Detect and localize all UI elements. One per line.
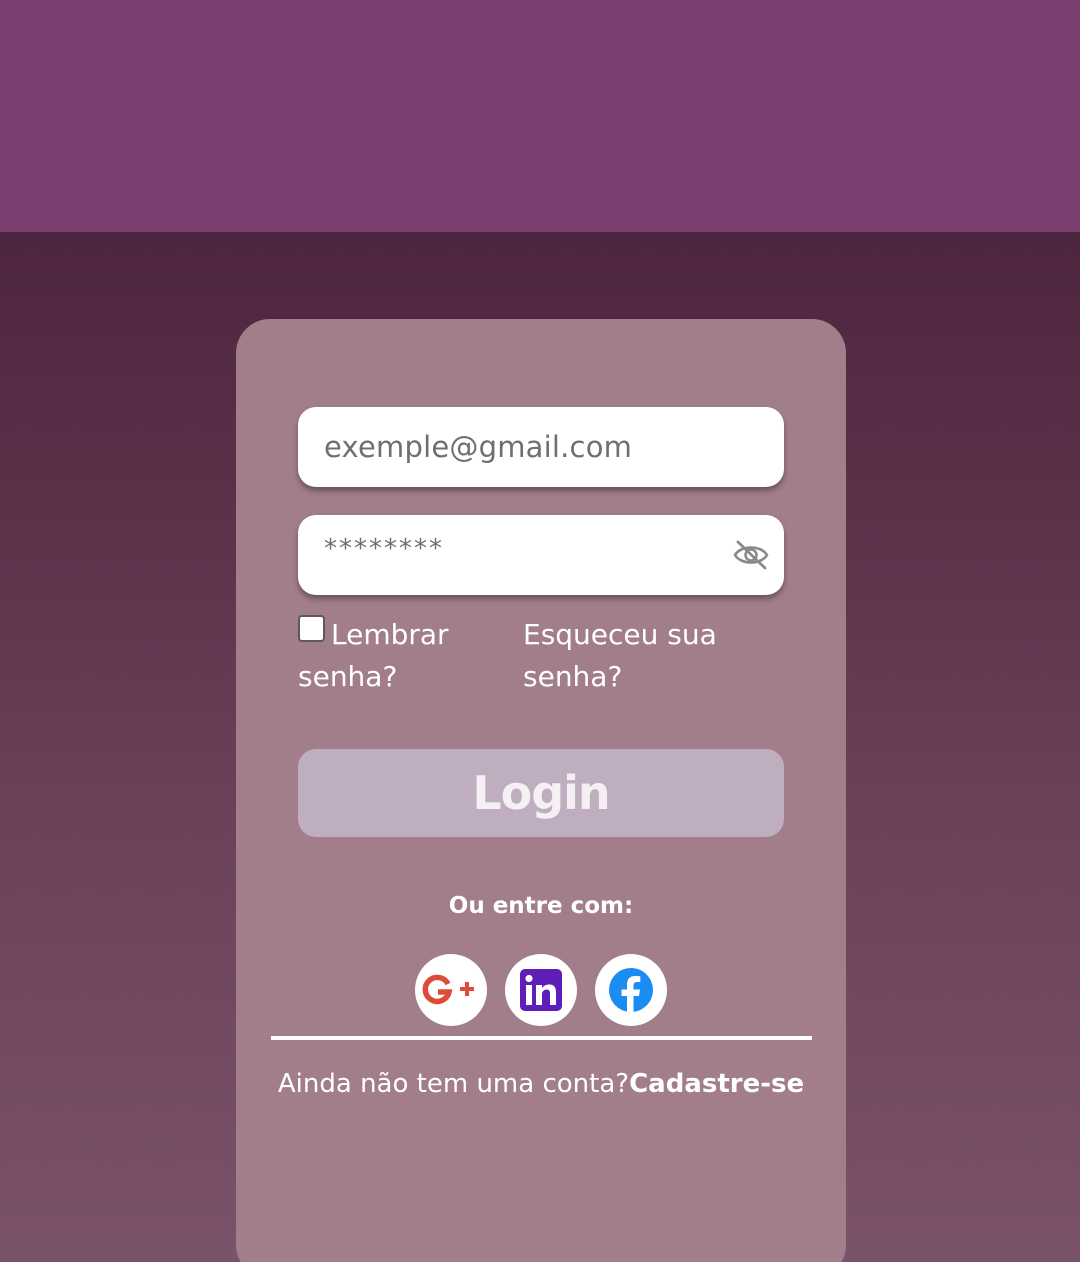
facebook-icon[interactable]	[595, 954, 667, 1026]
social-login-label: Ou entre com:	[448, 893, 634, 919]
google-plus-icon[interactable]	[415, 954, 487, 1026]
remember-checkbox[interactable]	[298, 615, 325, 642]
signup-text: Ainda não tem uma conta?	[277, 1069, 630, 1099]
forgot-password-link[interactable]: Esqueceu sua senha?	[523, 614, 753, 698]
divider	[271, 1036, 812, 1040]
remember-password[interactable]: Lembrar senha?	[298, 614, 498, 698]
signup-prompt: Ainda não tem uma conta?Cadastre-se	[236, 1069, 846, 1099]
linkedin-icon[interactable]	[505, 954, 577, 1026]
email-placeholder: exemple@gmail.com	[324, 430, 633, 464]
password-value: ********	[324, 534, 444, 564]
login-card: exemple@gmail.com ******** Lembrar senha…	[236, 319, 846, 1262]
login-button[interactable]: Login	[298, 749, 784, 837]
header-bar	[0, 0, 1080, 232]
signup-link[interactable]: Cadastre-se	[629, 1069, 804, 1099]
eye-off-icon[interactable]	[732, 537, 770, 573]
password-field[interactable]: ********	[298, 515, 784, 595]
email-field[interactable]: exemple@gmail.com	[298, 407, 784, 487]
